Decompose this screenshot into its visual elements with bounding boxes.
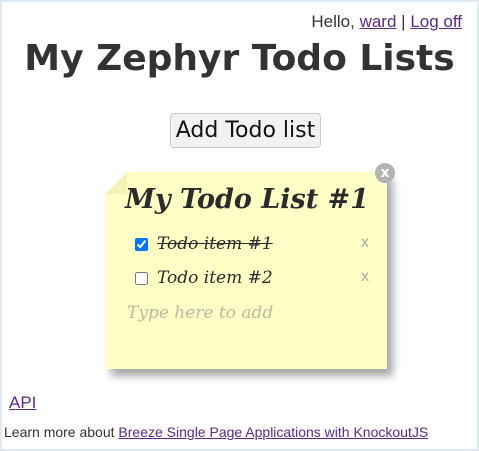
greeting-text: Hello, bbox=[311, 12, 355, 31]
delete-list-icon[interactable]: x bbox=[375, 163, 395, 183]
breeze-spa-link[interactable]: Breeze Single Page Applications with Kno… bbox=[118, 424, 428, 440]
learn-more-text: Learn more about bbox=[4, 424, 115, 440]
todo-list-card: My Todo List #1 Todo item #1 x Todo item… bbox=[105, 172, 387, 369]
api-link[interactable]: API bbox=[9, 393, 36, 413]
todo-item-text[interactable]: Todo item #1 bbox=[157, 234, 273, 254]
delete-item-icon[interactable]: x bbox=[361, 234, 369, 252]
todo-item: Todo item #1 x bbox=[135, 234, 375, 256]
delete-item-icon[interactable]: x bbox=[361, 268, 369, 286]
note-corner-shade bbox=[105, 172, 127, 194]
todo-item-text[interactable]: Todo item #2 bbox=[157, 268, 273, 288]
logoff-link[interactable]: Log off bbox=[410, 12, 462, 31]
todo-item-checkbox[interactable] bbox=[135, 272, 148, 285]
user-name-link[interactable]: ward bbox=[360, 12, 397, 31]
todo-item-checkbox[interactable] bbox=[135, 238, 148, 251]
footer: Learn more about Breeze Single Page Appl… bbox=[4, 424, 428, 440]
todo-list-title[interactable]: My Todo List #1 bbox=[125, 184, 369, 215]
add-todo-item-input[interactable] bbox=[127, 300, 357, 326]
login-separator: | bbox=[401, 12, 406, 31]
add-todo-list-button[interactable]: Add Todo list bbox=[170, 113, 321, 148]
page-title: My Zephyr Todo Lists bbox=[24, 38, 455, 79]
todo-item: Todo item #2 x bbox=[135, 268, 375, 290]
login-bar: Hello, ward | Log off bbox=[311, 12, 462, 32]
